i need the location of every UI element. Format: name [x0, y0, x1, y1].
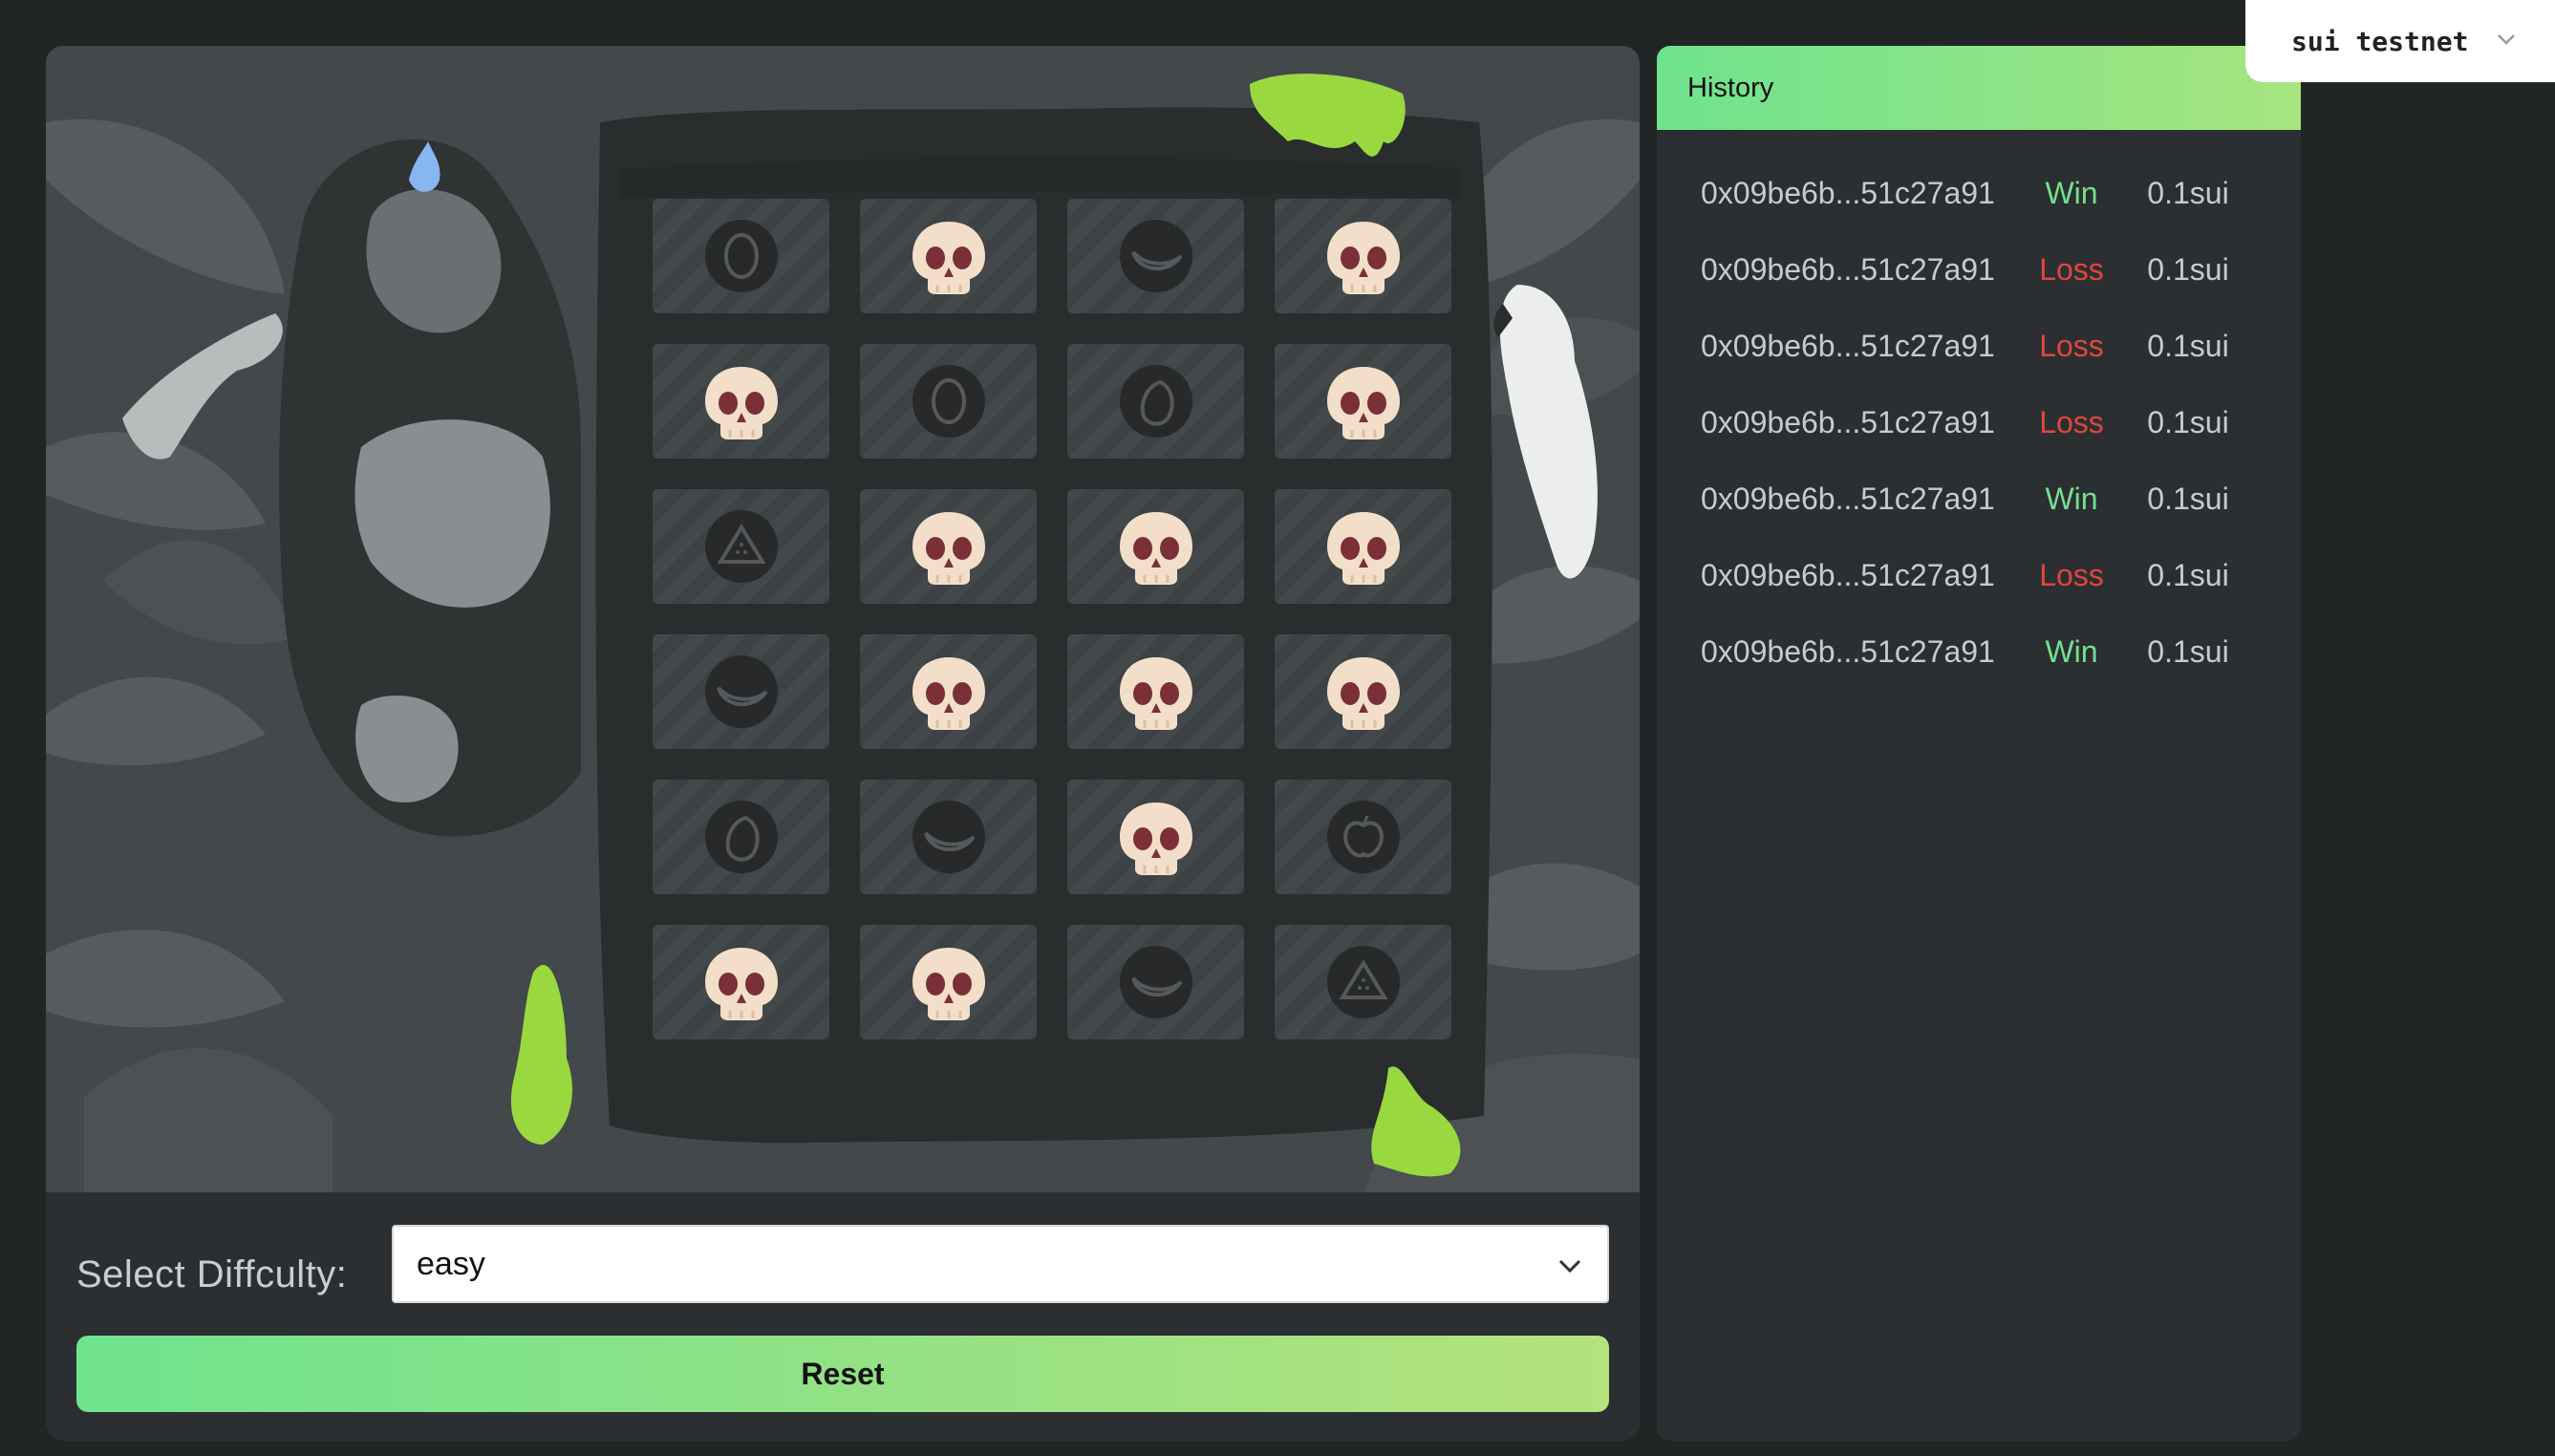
- difficulty-select[interactable]: easy: [392, 1225, 1609, 1303]
- coin-icon: [911, 363, 987, 439]
- history-address: 0x09be6b...51c27a91: [1701, 404, 1995, 439]
- history-result: Loss: [2039, 404, 2104, 439]
- history-result: Loss: [2039, 557, 2104, 592]
- game-tile[interactable]: [1067, 199, 1244, 313]
- jungle-scene: [46, 46, 1640, 1192]
- difficulty-select-value: easy: [417, 1245, 485, 1282]
- skull-icon: [909, 216, 989, 296]
- history-amount: 0.1sui: [2147, 404, 2229, 439]
- history-amount: 0.1sui: [2147, 328, 2229, 363]
- game-tile[interactable]: [1067, 925, 1244, 1039]
- history-result: Win: [2045, 633, 2098, 669]
- skull-icon: [701, 942, 782, 1022]
- game-tile[interactable]: [860, 780, 1037, 894]
- banana-icon: [1118, 218, 1194, 294]
- game-tile[interactable]: [1067, 344, 1244, 459]
- history-title: History: [1657, 46, 2301, 130]
- watermelon-icon: [1325, 944, 1402, 1020]
- history-result: Loss: [2039, 251, 2104, 287]
- game-tile[interactable]: [1067, 634, 1244, 749]
- game-tile[interactable]: [1275, 199, 1451, 313]
- skull-icon: [701, 361, 782, 441]
- skull-icon: [1323, 361, 1404, 441]
- coin-icon: [703, 218, 780, 294]
- game-tile[interactable]: [1275, 925, 1451, 1039]
- skull-icon: [909, 652, 989, 732]
- game-tile[interactable]: [860, 199, 1037, 313]
- mango-icon: [703, 799, 780, 875]
- game-tile[interactable]: [860, 634, 1037, 749]
- history-address: 0x09be6b...51c27a91: [1701, 481, 1995, 516]
- history-amount: 0.1sui: [2147, 175, 2229, 210]
- history-address: 0x09be6b...51c27a91: [1701, 633, 1995, 669]
- game-tile[interactable]: [653, 344, 829, 459]
- history-panel: History 0x09be6b...51c27a91 Win 0.1sui 0x09…: [1657, 46, 2301, 1441]
- history-row: 0x09be6b...51c27a91 Loss 0.1sui: [1657, 308, 2301, 384]
- history-amount: 0.1sui: [2147, 633, 2229, 669]
- skull-icon: [909, 942, 989, 1022]
- game-tile[interactable]: [860, 344, 1037, 459]
- network-label: sui testnet: [2291, 25, 2469, 57]
- history-address: 0x09be6b...51c27a91: [1701, 175, 1995, 210]
- history-address: 0x09be6b...51c27a91: [1701, 251, 1995, 287]
- watermelon-icon: [703, 508, 780, 585]
- history-row: 0x09be6b...51c27a91 Loss 0.1sui: [1657, 231, 2301, 308]
- game-tile[interactable]: [860, 489, 1037, 604]
- game-tile[interactable]: [1067, 489, 1244, 604]
- game-tile[interactable]: [653, 199, 829, 313]
- chameleon-illustration: [122, 313, 283, 460]
- game-tile[interactable]: [1275, 344, 1451, 459]
- history-row: 0x09be6b...51c27a91 Loss 0.1sui: [1657, 384, 2301, 460]
- banana-icon: [703, 653, 780, 730]
- banana-icon: [1118, 944, 1194, 1020]
- history-address: 0x09be6b...51c27a91: [1701, 328, 1995, 363]
- history-list: 0x09be6b...51c27a91 Win 0.1sui 0x09be6b...5…: [1657, 130, 2301, 690]
- history-row: 0x09be6b...51c27a91 Loss 0.1sui: [1657, 537, 2301, 613]
- game-controls: Select Diffculty: easy Reset: [46, 1192, 1640, 1441]
- chevron-down-icon: [1558, 1259, 1581, 1274]
- skull-icon: [1323, 506, 1404, 587]
- history-result: Win: [2045, 175, 2098, 210]
- game-tile[interactable]: [653, 489, 829, 604]
- apple-icon: [1325, 799, 1402, 875]
- skull-icon: [1116, 652, 1196, 732]
- gorilla-illustration: [279, 139, 581, 837]
- history-address: 0x09be6b...51c27a91: [1701, 557, 1995, 592]
- game-tile[interactable]: [653, 634, 829, 749]
- game-tile[interactable]: [653, 925, 829, 1039]
- tile-grid: [653, 199, 1451, 1039]
- history-result: Win: [2045, 481, 2098, 516]
- game-tile[interactable]: [860, 925, 1037, 1039]
- history-amount: 0.1sui: [2147, 557, 2229, 592]
- skull-icon: [1116, 506, 1196, 587]
- skull-icon: [909, 506, 989, 587]
- chevron-down-icon: [2498, 34, 2515, 45]
- game-panel: Select Diffculty: easy Reset: [46, 46, 1640, 1441]
- game-tile[interactable]: [653, 780, 829, 894]
- game-tile[interactable]: [1275, 780, 1451, 894]
- difficulty-label: Select Diffculty:: [76, 1253, 348, 1295]
- network-selector-button[interactable]: sui testnet: [2245, 0, 2555, 82]
- history-result: Loss: [2039, 328, 2104, 363]
- skull-icon: [1323, 652, 1404, 732]
- skull-icon: [1116, 797, 1196, 877]
- reset-button[interactable]: Reset: [76, 1336, 1609, 1412]
- mango-icon: [1118, 363, 1194, 439]
- game-tile[interactable]: [1067, 780, 1244, 894]
- history-row: 0x09be6b...51c27a91 Win 0.1sui: [1657, 460, 2301, 537]
- skull-icon: [1323, 216, 1404, 296]
- history-row: 0x09be6b...51c27a91 Win 0.1sui: [1657, 613, 2301, 690]
- banana-icon: [911, 799, 987, 875]
- game-tile[interactable]: [1275, 634, 1451, 749]
- history-row: 0x09be6b...51c27a91 Win 0.1sui: [1657, 155, 2301, 231]
- game-tile[interactable]: [1275, 489, 1451, 604]
- history-amount: 0.1sui: [2147, 481, 2229, 516]
- history-amount: 0.1sui: [2147, 251, 2229, 287]
